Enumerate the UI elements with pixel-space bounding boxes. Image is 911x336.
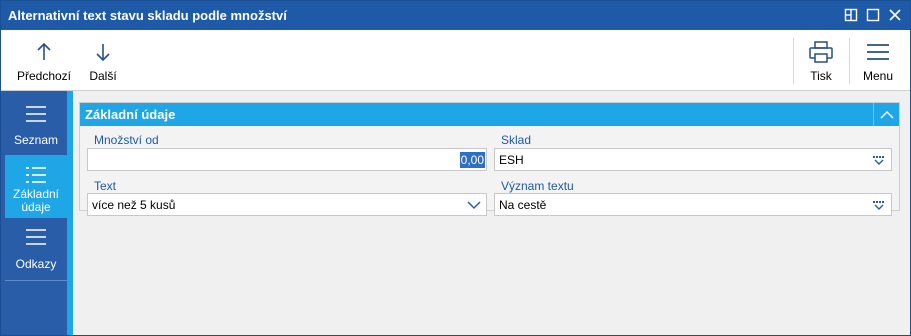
toolbar-divider: [849, 38, 850, 84]
text-label: Text: [94, 179, 117, 193]
text-select[interactable]: více než 5 kusů: [87, 193, 487, 216]
print-button[interactable]: Tisk: [797, 30, 845, 91]
menu-label: Menu: [862, 69, 894, 83]
quantity-from-value: 0,00: [459, 152, 485, 168]
sidebar-divider: [5, 280, 67, 281]
quantity-from-label: Množství od: [94, 133, 159, 147]
main-content: Základní údaje Množství od 0,00 Sklad ES…: [73, 91, 910, 335]
title-bar: Alternativní text stavu skladu podle mno…: [1, 1, 910, 30]
arrow-down-icon: [81, 40, 125, 64]
next-label: Další: [89, 69, 117, 83]
basic-data-section: Základní údaje Množství od 0,00 Sklad ES…: [79, 102, 900, 216]
sidebar-item-odkazy[interactable]: Odkazy: [5, 218, 67, 279]
previous-button[interactable]: Předchozí: [11, 30, 77, 91]
toolbar: Předchozí Další Tisk Menu: [1, 30, 910, 91]
warehouse-select[interactable]: ESH: [494, 148, 892, 171]
sidebar-item-zakladni-udaje[interactable]: Základní údaje: [5, 156, 67, 217]
warehouse-value: ESH: [499, 153, 524, 167]
text-meaning-label: Význam textu: [501, 179, 574, 193]
previous-label: Předchozí: [16, 69, 72, 83]
hamburger-icon: [853, 40, 903, 64]
sidebar-item-label: Seznam: [13, 133, 59, 147]
dropdown-dots-icon[interactable]: [872, 199, 886, 211]
list-icon: [5, 228, 67, 246]
warehouse-label: Sklad: [501, 133, 532, 147]
quantity-from-input[interactable]: 0,00: [87, 148, 487, 171]
restore-icon[interactable]: [842, 6, 860, 24]
list-icon: [5, 105, 67, 123]
sidebar: Seznam Základní údaje Odkazy: [1, 91, 73, 335]
sidebar-item-label: údaje: [21, 200, 51, 214]
collapse-button[interactable]: [873, 103, 899, 126]
arrow-up-icon: [11, 40, 77, 64]
window-title: Alternativní text stavu skladu podle mno…: [8, 8, 287, 23]
text-meaning-select[interactable]: Na cestě: [494, 193, 892, 216]
toolbar-divider: [793, 38, 794, 84]
menu-button[interactable]: Menu: [853, 30, 903, 91]
print-label: Tisk: [810, 69, 832, 83]
list-detail-icon: [5, 166, 67, 184]
chevron-up-icon: [879, 110, 894, 119]
chevron-down-icon[interactable]: [467, 199, 481, 211]
text-value: více než 5 kusů: [92, 198, 176, 212]
close-icon[interactable]: [886, 6, 904, 24]
dropdown-dots-icon[interactable]: [872, 154, 886, 166]
section-header: Základní údaje: [80, 103, 899, 126]
next-button[interactable]: Další: [81, 30, 125, 91]
section-title: Základní údaje: [85, 107, 176, 122]
sidebar-item-seznam[interactable]: Seznam: [5, 95, 67, 154]
app-window: Alternativní text stavu skladu podle mno…: [0, 0, 911, 336]
printer-icon: [797, 40, 845, 64]
sidebar-item-label: Odkazy: [15, 257, 57, 271]
maximize-icon[interactable]: [864, 6, 882, 24]
text-meaning-value: Na cestě: [499, 198, 547, 212]
